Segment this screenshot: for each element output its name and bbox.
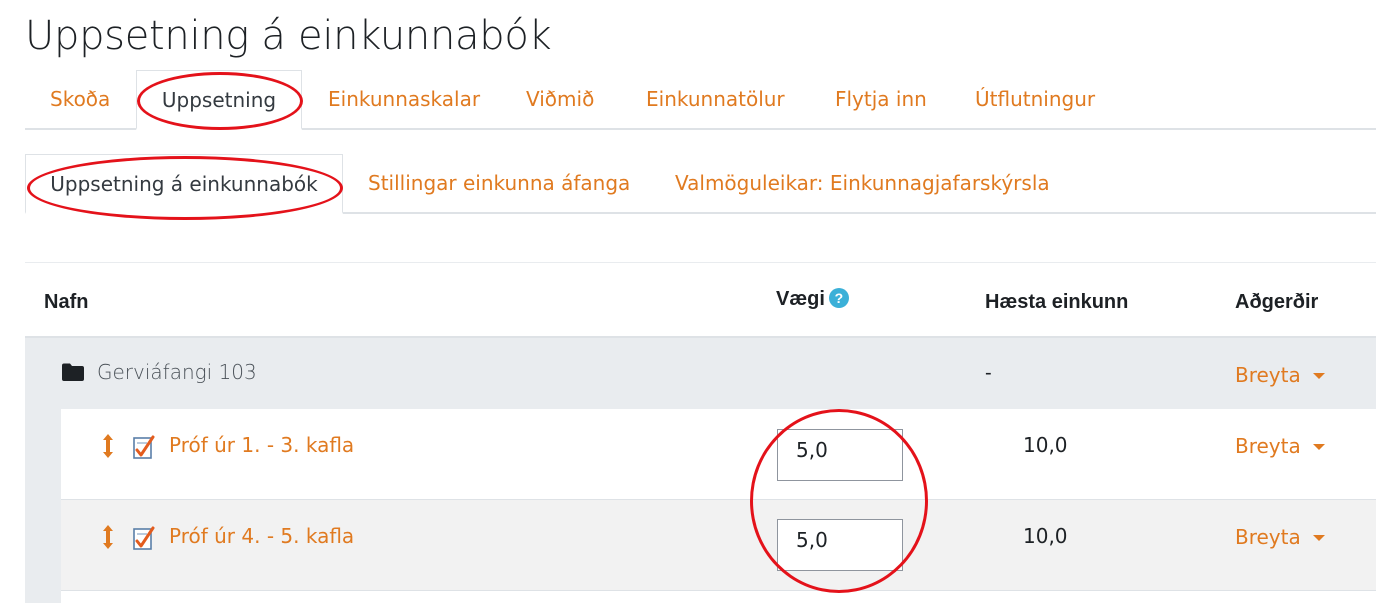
- category-edit-menu[interactable]: Breyta: [1235, 363, 1325, 387]
- caret-down-icon: [1312, 534, 1325, 541]
- category-name: Gerviáfangi 103: [97, 360, 257, 384]
- weight-input[interactable]: 5,0: [777, 519, 903, 571]
- caret-down-icon: [1312, 443, 1325, 450]
- tab-flytja-inn[interactable]: Flytja inn: [835, 70, 927, 128]
- column-header-weight: Vægi?: [776, 288, 849, 311]
- grade-item-edit-menu[interactable]: Breyta: [1235, 434, 1325, 458]
- category-max-grade: -: [985, 362, 992, 384]
- tab-uppsetning[interactable]: Uppsetning: [136, 70, 302, 130]
- tab-skoda[interactable]: Skoða: [50, 70, 110, 128]
- primary-tabs: Skoða Uppsetning Einkunnaskalar Viðmið E…: [25, 70, 1376, 130]
- move-icon[interactable]: [101, 524, 115, 550]
- quiz-icon: [133, 435, 155, 459]
- column-header-max-grade: Hæsta einkunn: [985, 291, 1129, 313]
- weight-input[interactable]: 5,0: [777, 429, 903, 481]
- caret-down-icon: [1312, 372, 1325, 379]
- gradebook-setup-table: Nafn Vægi? Hæsta einkunn Aðgerðir Gerviá…: [25, 262, 1376, 611]
- grade-item-edit-menu[interactable]: Breyta: [1235, 525, 1325, 549]
- tab-utflutningur[interactable]: Útflutningur: [975, 70, 1095, 128]
- grade-item-row: Próf úr 1. - 3. kafla 5,0 10,0 Breyta: [61, 409, 1376, 500]
- tab-einkunnatolur[interactable]: Einkunnatölur: [646, 70, 785, 128]
- quiz-icon: [133, 526, 155, 550]
- move-icon[interactable]: [101, 433, 115, 459]
- grade-item-row: Próf úr 4. - 5. kafla 5,0 10,0 Breyta: [61, 500, 1376, 591]
- tab-vidmid[interactable]: Viðmið: [526, 70, 594, 128]
- folder-icon: [62, 363, 84, 381]
- grade-item-edit-label: Breyta: [1235, 434, 1301, 458]
- grade-item-max-grade: 10,0: [1023, 433, 1068, 457]
- category-row: Gerviáfangi 103 - Breyta: [25, 338, 1376, 409]
- category-edit-label: Breyta: [1235, 363, 1301, 387]
- grade-item-edit-label: Breyta: [1235, 525, 1301, 549]
- help-icon[interactable]: ?: [828, 288, 849, 308]
- page-title: Uppsetning á einkunnabók: [25, 13, 552, 59]
- category-indent-gutter: [25, 409, 61, 603]
- grade-item-link[interactable]: Próf úr 1. - 3. kafla: [169, 433, 354, 457]
- column-header-actions: Aðgerðir: [1235, 291, 1319, 313]
- secondary-tabs: Uppsetning á einkunnabók Stillingar eink…: [25, 154, 1376, 214]
- grade-item-link[interactable]: Próf úr 4. - 5. kafla: [169, 524, 354, 548]
- tab-valmoguleikar-skyrsla[interactable]: Valmöguleikar: Einkunnagjafarskýrsla: [675, 154, 1050, 212]
- column-header-name: Nafn: [44, 291, 89, 313]
- tab-stillingar-einkunna-afanga[interactable]: Stillingar einkunna áfanga: [368, 154, 630, 212]
- grade-item-row-partial: [61, 591, 1376, 611]
- tab-einkunnaskalar[interactable]: Einkunnaskalar: [328, 70, 480, 128]
- grade-item-max-grade: 10,0: [1023, 524, 1068, 548]
- tab-uppsetning-einkunnabok[interactable]: Uppsetning á einkunnabók: [25, 154, 343, 214]
- column-header-weight-label: Vægi: [776, 288, 825, 310]
